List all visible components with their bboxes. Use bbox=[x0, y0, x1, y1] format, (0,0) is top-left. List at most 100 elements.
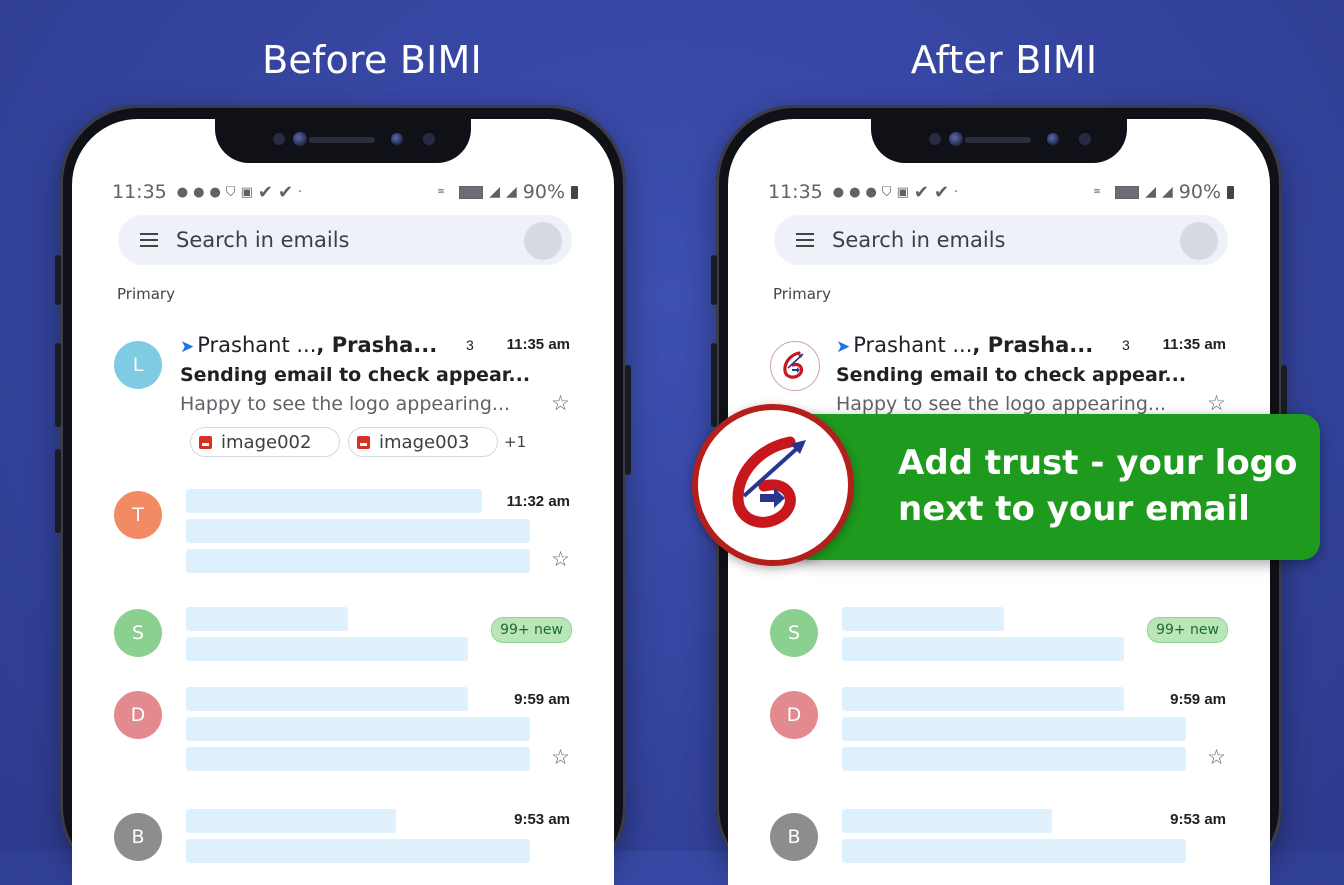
search-placeholder[interactable]: Search in emails bbox=[176, 228, 350, 252]
trust-banner: Add trust - your logo next to your email bbox=[792, 414, 1320, 560]
redacted-line bbox=[842, 747, 1186, 771]
earpiece-speaker bbox=[965, 137, 1031, 143]
more-attachments: +1 bbox=[504, 433, 527, 451]
status-bar: 11:35 ● ● ● ⛉ ▣ ✔ ✔ · ≋ ◢ ◢ 90% bbox=[768, 179, 1234, 205]
redacted-line bbox=[842, 717, 1186, 741]
star-icon[interactable]: ☆ bbox=[551, 391, 570, 416]
cart-icon: ⛉ bbox=[225, 184, 236, 200]
star-icon[interactable]: ☆ bbox=[1207, 745, 1226, 770]
email-subject: Sending email to check appear... bbox=[836, 364, 1187, 386]
redacted-line bbox=[186, 747, 530, 771]
dot-icon: · bbox=[298, 184, 303, 200]
before-heading: Before BIMI bbox=[262, 38, 482, 82]
sensor-icon bbox=[423, 133, 435, 145]
email-row[interactable]: D 9:59 am ☆ bbox=[72, 683, 614, 783]
email-time: 9:53 am bbox=[1170, 811, 1226, 828]
check-icon: ✔ bbox=[277, 181, 294, 203]
camera-icon bbox=[293, 132, 307, 146]
redacted-line bbox=[186, 549, 530, 573]
search-placeholder[interactable]: Search in emails bbox=[832, 228, 1006, 252]
power-button bbox=[625, 365, 631, 475]
status-bar: 11:35 ● ● ● ⛉ ▣ ✔ ✔ · ≋ ◢ ◢ 90% bbox=[112, 179, 578, 205]
data-icon bbox=[1115, 185, 1140, 199]
volume-button bbox=[711, 255, 717, 305]
check-icon: ✔ bbox=[257, 181, 273, 203]
menu-icon[interactable] bbox=[140, 229, 158, 251]
email-time: 9:59 am bbox=[514, 691, 570, 708]
email-row[interactable]: L ➤ Prashant ..., Prasha... 3 11:35 am Se… bbox=[72, 333, 614, 463]
important-marker-icon: ➤ bbox=[180, 337, 195, 357]
redacted-line bbox=[186, 809, 396, 833]
email-time: 9:59 am bbox=[1170, 691, 1226, 708]
attachment-chip[interactable]: image002 bbox=[190, 427, 340, 457]
data-icon bbox=[459, 185, 484, 199]
earpiece-speaker bbox=[309, 137, 375, 143]
redacted-line bbox=[186, 489, 482, 513]
phone-before: 11:35 ● ● ● ⛉ ▣ ✔ ✔ · ≋ ◢ ◢ 90% Search i… bbox=[55, 105, 631, 885]
sensor-icon bbox=[273, 133, 285, 145]
search-bar[interactable]: Search in emails bbox=[118, 215, 572, 265]
battery-icon bbox=[571, 185, 578, 199]
star-icon[interactable]: ☆ bbox=[1207, 391, 1226, 416]
network-speed-icon: ≋ bbox=[437, 186, 445, 197]
dot-icon: · bbox=[954, 184, 959, 200]
redacted-line bbox=[842, 809, 1052, 833]
email-time: 11:35 am bbox=[506, 336, 570, 353]
notch bbox=[871, 119, 1127, 163]
status-time: 11:35 bbox=[768, 181, 823, 203]
notification-icon: ● bbox=[849, 184, 861, 200]
search-bar[interactable]: Search in emails bbox=[774, 215, 1228, 265]
email-row[interactable]: B 9:53 am bbox=[728, 803, 1270, 863]
image-icon bbox=[357, 435, 370, 449]
signal-icon: ◢ bbox=[505, 184, 517, 200]
email-row[interactable]: S 99+ new bbox=[72, 601, 614, 671]
sensor-icon bbox=[929, 133, 941, 145]
brand-logo-badge bbox=[692, 404, 854, 566]
signal-icon: ◢ bbox=[489, 184, 500, 200]
redacted-line bbox=[842, 839, 1186, 863]
email-time: 11:35 am bbox=[1162, 336, 1226, 353]
notification-icon: ● bbox=[865, 184, 877, 200]
volume-button bbox=[55, 449, 61, 533]
attachment-chip[interactable]: image003 bbox=[348, 427, 498, 457]
email-time: 9:53 am bbox=[514, 811, 570, 828]
sender-avatar: B bbox=[770, 813, 818, 861]
email-row[interactable]: B 9:53 am bbox=[72, 803, 614, 863]
sender-avatar: L bbox=[114, 341, 162, 389]
account-avatar[interactable] bbox=[1180, 222, 1218, 260]
star-icon[interactable]: ☆ bbox=[551, 745, 570, 770]
email-row[interactable]: T 11:32 am ☆ bbox=[72, 483, 614, 583]
account-avatar[interactable] bbox=[524, 222, 562, 260]
camera-icon bbox=[949, 132, 963, 146]
section-label: Primary bbox=[117, 285, 175, 303]
email-row[interactable]: S 99+ new bbox=[728, 601, 1270, 671]
important-marker-icon: ➤ bbox=[836, 337, 851, 357]
camera-icon bbox=[1047, 133, 1059, 145]
redacted-line bbox=[842, 607, 1004, 631]
sender-avatar: S bbox=[770, 609, 818, 657]
check-icon: ✔ bbox=[933, 181, 950, 203]
sender-avatar: B bbox=[114, 813, 162, 861]
network-speed-icon: ≋ bbox=[1093, 186, 1101, 197]
phone-screen: 11:35 ● ● ● ⛉ ▣ ✔ ✔ · ≋ ◢ ◢ 90% Search i… bbox=[72, 119, 614, 885]
notification-icon: ● bbox=[176, 184, 189, 200]
sender-avatar: D bbox=[770, 691, 818, 739]
new-count-badge: 99+ new bbox=[491, 617, 572, 643]
sensor-icon bbox=[1079, 133, 1091, 145]
battery-percent: 90% bbox=[522, 181, 565, 203]
email-row[interactable]: D 9:59 am ☆ bbox=[728, 683, 1270, 783]
signal-icon: ◢ bbox=[1161, 184, 1173, 200]
sender-name: ➤ Prashant ..., Prasha... bbox=[836, 333, 1094, 357]
brand-logo-icon bbox=[732, 436, 806, 528]
sender-name: ➤ Prashant ..., Prasha... bbox=[180, 333, 438, 357]
sender-avatar: S bbox=[114, 609, 162, 657]
redacted-line bbox=[186, 519, 530, 543]
star-icon[interactable]: ☆ bbox=[551, 547, 570, 572]
section-label: Primary bbox=[773, 285, 831, 303]
redacted-line bbox=[186, 717, 530, 741]
cart-icon: ⛉ bbox=[881, 184, 892, 200]
image-icon: ▣ bbox=[896, 184, 909, 200]
menu-icon[interactable] bbox=[796, 229, 814, 251]
redacted-line bbox=[842, 637, 1124, 661]
redacted-line bbox=[186, 607, 348, 631]
